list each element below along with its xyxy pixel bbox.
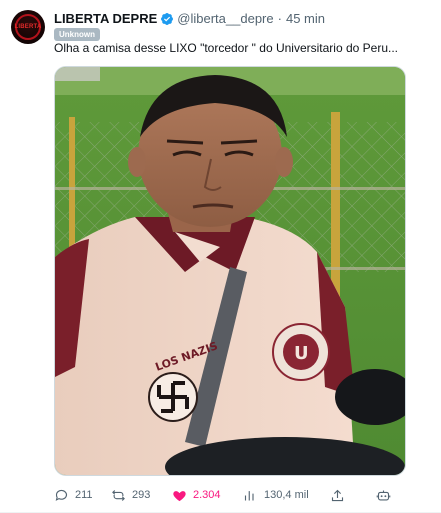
reply-button[interactable]: 211 <box>54 484 93 506</box>
like-count: 2.304 <box>193 489 221 501</box>
grok-robot-icon <box>376 490 391 500</box>
views-chart-icon <box>244 490 254 500</box>
retweet-count: 293 <box>132 489 151 501</box>
retweet-button[interactable]: 293 <box>111 484 150 506</box>
heart-icon <box>173 490 186 501</box>
author-display-name[interactable]: LIBERTA DEPRE <box>54 10 157 28</box>
share-icon <box>331 489 344 501</box>
verified-badge-icon <box>161 13 174 25</box>
reply-count: 211 <box>75 489 93 501</box>
like-button[interactable]: 2.304 <box>172 484 221 506</box>
tweet-timestamp[interactable]: 45 min <box>286 10 325 28</box>
share-button[interactable] <box>330 484 351 506</box>
svg-text:U: U <box>294 343 309 364</box>
tweet-actions: 211 293 2.304 130,4 mil <box>54 484 406 506</box>
avatar-logo: LIBERTA <box>15 14 41 40</box>
tweet[interactable]: LIBERTA LIBERTA DEPRE @liberta__depre · … <box>0 0 441 513</box>
separator-dot: · <box>277 11 282 26</box>
reply-icon <box>55 489 68 501</box>
grok-button[interactable] <box>376 484 397 506</box>
avatar-logo-text: LIBERTA <box>14 24 42 30</box>
views-count: 130,4 mil <box>264 489 309 501</box>
photo-of-man-in-jersey-icon: LOS NAZIS U <box>55 67 405 475</box>
retweet-icon <box>112 489 125 501</box>
views-button[interactable]: 130,4 mil <box>243 484 309 506</box>
tweet-header: LIBERTA DEPRE @liberta__depre · 45 min <box>54 10 325 28</box>
author-handle[interactable]: @liberta__depre <box>177 10 273 28</box>
tweet-image[interactable]: LOS NAZIS U <box>54 66 406 476</box>
avatar[interactable]: LIBERTA <box>11 10 45 44</box>
tweet-text: Olha a camisa desse LIXO "torcedor " do … <box>54 41 399 55</box>
